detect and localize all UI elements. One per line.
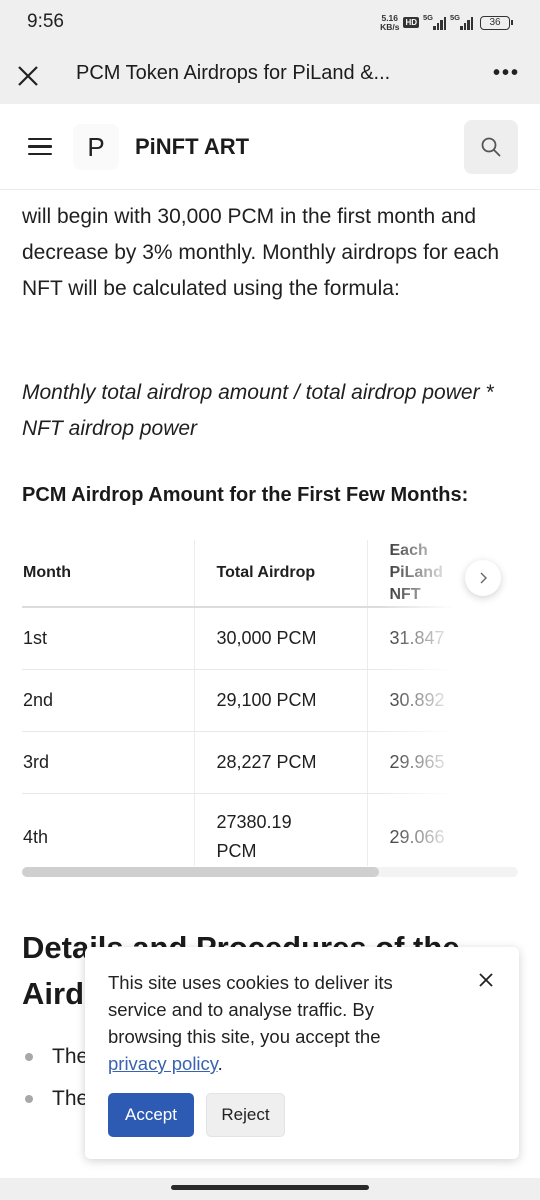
article-paragraph: will begin with 30,000 PCM in the first … bbox=[22, 205, 500, 300]
airdrop-table-container[interactable]: Month Total Airdrop Each PiLand NFT 1st … bbox=[22, 540, 518, 866]
menu-icon-line bbox=[28, 152, 52, 156]
cell-each: 29.965 bbox=[366, 731, 518, 794]
cell-each: 30.892 bbox=[366, 669, 518, 732]
cell-total: 27380.19 PCM bbox=[193, 793, 367, 866]
hd-voice-icon: HD bbox=[403, 17, 419, 28]
browser-toolbar: PCM Token Airdrops for PiLand &... ••• bbox=[0, 48, 540, 104]
table-header-row: Month Total Airdrop Each PiLand NFT bbox=[22, 540, 518, 608]
table-horizontal-scrollbar[interactable] bbox=[22, 867, 518, 877]
signal-sim1-icon: 5G bbox=[423, 13, 446, 30]
accept-cookies-button[interactable]: Accept bbox=[108, 1093, 194, 1137]
table-row: 4th 27380.19 PCM 29.066 bbox=[22, 793, 518, 866]
airdrop-table: Month Total Airdrop Each PiLand NFT 1st … bbox=[22, 540, 518, 866]
cell-each: 29.066 bbox=[366, 793, 518, 866]
home-indicator[interactable] bbox=[171, 1185, 369, 1190]
table-scroll-right-button[interactable] bbox=[465, 560, 501, 596]
cookie-banner: This site uses cookies to deliver its se… bbox=[85, 947, 519, 1159]
scrollbar-thumb[interactable] bbox=[22, 867, 380, 877]
search-button[interactable] bbox=[464, 120, 518, 174]
cell-total: 28,227 PCM bbox=[193, 731, 367, 794]
battery-icon: 36 bbox=[480, 15, 513, 30]
network-speed: 5.16 KB/s bbox=[380, 13, 400, 32]
close-icon bbox=[479, 973, 493, 987]
menu-icon-line bbox=[28, 145, 52, 148]
table-heading: PCM Airdrop Amount for the First Few Mon… bbox=[22, 484, 469, 506]
search-icon bbox=[481, 137, 501, 157]
table-row: 2nd 29,100 PCM 30.892 bbox=[22, 669, 518, 732]
site-name[interactable]: PiNFT ART bbox=[135, 134, 249, 160]
cell-total: 30,000 PCM bbox=[193, 607, 367, 670]
site-logo[interactable]: P bbox=[73, 124, 119, 170]
cell-total: 29,100 PCM bbox=[193, 669, 367, 732]
cell-each: 31.847 bbox=[366, 607, 518, 670]
cell-month: 1st bbox=[22, 607, 194, 670]
status-time: 9:56 bbox=[27, 11, 64, 32]
airdrop-formula: Monthly total airdrop amount / total air… bbox=[22, 381, 494, 440]
column-header-month: Month bbox=[22, 540, 194, 608]
page-title: PCM Token Airdrops for PiLand &... bbox=[76, 62, 391, 84]
signal-sim2-icon: 5G bbox=[450, 13, 473, 30]
menu-icon-line bbox=[28, 138, 52, 141]
cookie-message: This site uses cookies to deliver its se… bbox=[108, 972, 393, 1074]
hamburger-menu-button[interactable] bbox=[28, 138, 52, 158]
close-tab-button[interactable] bbox=[12, 60, 44, 92]
more-options-button[interactable]: ••• bbox=[493, 62, 520, 85]
system-nav-bar bbox=[0, 1178, 540, 1200]
cell-month: 3rd bbox=[22, 731, 194, 794]
reject-cookies-button[interactable]: Reject bbox=[206, 1093, 285, 1137]
cell-month: 2nd bbox=[22, 669, 194, 732]
chevron-right-icon bbox=[480, 572, 487, 584]
privacy-policy-link[interactable]: privacy policy bbox=[108, 1053, 218, 1074]
status-icons: 5.16 KB/s HD 5G 5G 36 bbox=[380, 13, 513, 32]
cookie-close-button[interactable] bbox=[475, 969, 497, 991]
cell-month: 4th bbox=[23, 826, 49, 847]
table-row: 1st 30,000 PCM 31.847 bbox=[22, 607, 518, 670]
status-bar: 9:56 5.16 KB/s HD 5G 5G 36 bbox=[0, 0, 540, 48]
close-icon bbox=[18, 66, 38, 86]
column-header-total: Total Airdrop bbox=[193, 540, 367, 608]
table-row: 3rd 28,227 PCM 29.965 bbox=[22, 731, 518, 794]
site-header: P PiNFT ART bbox=[0, 104, 540, 190]
